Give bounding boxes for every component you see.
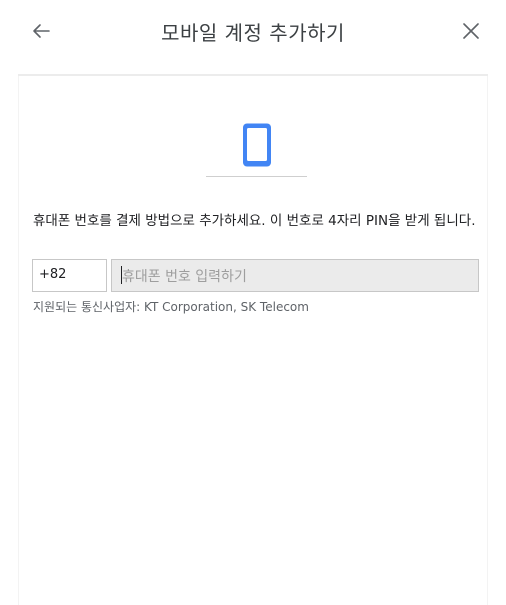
dialog-title: 모바일 계정 추가하기 [161,21,345,45]
content-border-right [487,76,488,605]
smartphone-icon [241,122,273,168]
illustration-underline [206,176,307,177]
header-divider [18,74,488,76]
text-cursor [121,266,122,284]
close-icon [463,23,479,39]
add-mobile-account-dialog: 모바일 계정 추가하기 휴대폰 번호를 결제 방법으로 추가하세요. 이 번호로… [0,0,506,605]
content-border-left [18,76,19,605]
phone-number-input[interactable]: 휴대폰 번호 입력하기 [111,259,479,292]
instruction-text: 휴대폰 번호를 결제 방법으로 추가하세요. 이 번호로 4자리 PIN을 받게… [33,213,476,229]
country-code-field[interactable]: +82 [32,259,107,292]
supported-carriers-text: 지원되는 통신사업자: KT Corporation, SK Telecom [33,300,309,314]
close-button[interactable] [458,18,484,44]
dialog-header: 모바일 계정 추가하기 [0,0,506,64]
